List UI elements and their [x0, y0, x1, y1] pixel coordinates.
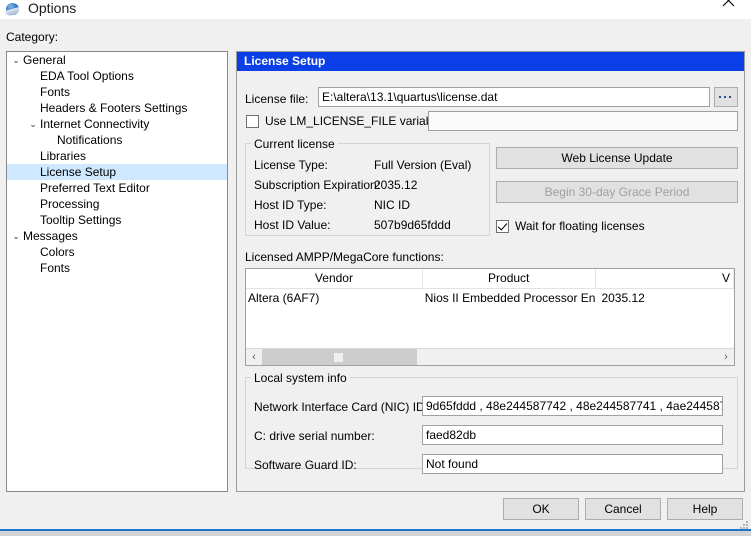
host-id-value-value: 507b9d65fddd: [374, 218, 451, 232]
scroll-right-icon[interactable]: ›: [718, 349, 734, 365]
nic-id-input[interactable]: 9d65fddd , 48e244587742 , 48e244587741 ,…: [422, 396, 723, 416]
window-title-bar: Options: [0, 0, 751, 19]
category-label: Category:: [6, 30, 59, 44]
close-icon[interactable]: [706, 0, 751, 16]
nic-id-label: Network Interface Card (NIC) ID:: [254, 400, 429, 414]
sidebar-item-label: Fonts: [40, 261, 71, 275]
sidebar-item-libraries[interactable]: Libraries: [7, 148, 227, 164]
category-tree[interactable]: ⌄ General EDA Tool Options Fonts Headers & F…: [6, 51, 228, 492]
ampp-table-body: Altera (6AF7) Nios II Embedded Processor…: [246, 289, 734, 307]
sidebar-item-label: Fonts: [40, 85, 71, 99]
scrollbar-track[interactable]: [262, 349, 718, 365]
sidebar-item-internet-connectivity[interactable]: ⌄ Internet Connectivity: [7, 116, 227, 132]
local-system-info-group-title: Local system info: [251, 371, 350, 385]
sidebar-item-label: General: [23, 53, 66, 67]
ampp-caption: Licensed AMPP/MegaCore functions:: [245, 250, 444, 264]
ampp-cell-product: Nios II Embedded Processor Encrypte...: [424, 291, 596, 305]
sidebar-item-label: Messages: [23, 229, 78, 243]
sidebar-item-processing[interactable]: Processing: [7, 196, 227, 212]
sidebar-item-fonts[interactable]: Fonts: [7, 84, 227, 100]
license-type-value: Full Version (Eval): [374, 158, 472, 172]
license-type-label: License Type:: [254, 158, 328, 172]
wait-for-floating-licenses-label: Wait for floating licenses: [515, 219, 645, 233]
sidebar-item-label: Colors: [40, 245, 75, 259]
chevron-down-icon[interactable]: ⌄: [26, 116, 40, 132]
ok-button[interactable]: OK: [503, 498, 579, 520]
sidebar-item-colors[interactable]: Colors: [7, 244, 227, 260]
host-id-type-label: Host ID Type:: [254, 198, 327, 212]
wait-for-floating-licenses-checkbox[interactable]: Wait for floating licenses: [496, 219, 645, 233]
ampp-table[interactable]: Vendor Product V Altera (6AF7) Nios II E…: [245, 268, 735, 366]
browse-license-file-button[interactable]: [714, 87, 738, 107]
sidebar-item-messages[interactable]: ⌄ Messages: [7, 228, 227, 244]
panel-title: License Setup: [237, 52, 744, 71]
host-id-value-label: Host ID Value:: [254, 218, 331, 232]
sidebar-item-label: License Setup: [40, 165, 117, 179]
sidebar-item-label: Notifications: [57, 133, 123, 147]
ampp-table-header: Vendor Product V: [246, 269, 734, 289]
software-guard-id-label: Software Guard ID:: [254, 458, 357, 472]
sidebar-item-general[interactable]: ⌄ General: [7, 52, 227, 68]
ampp-horizontal-scrollbar[interactable]: ‹ ›: [246, 348, 734, 365]
sidebar-item-label: Processing: [40, 197, 100, 211]
drive-serial-input[interactable]: faed82db: [422, 425, 723, 445]
checkbox-box: [496, 219, 509, 233]
use-lm-license-file-label: Use LM_LICENSE_FILE variable:: [265, 114, 446, 128]
cancel-button[interactable]: Cancel: [585, 498, 661, 520]
chevron-down-icon[interactable]: ⌄: [9, 228, 23, 244]
license-file-label: License file:: [245, 92, 309, 106]
ampp-cell-vendor: Altera (6AF7): [248, 291, 320, 305]
sidebar-item-eda-tool-options[interactable]: EDA Tool Options: [7, 68, 227, 84]
host-id-type-value: NIC ID: [374, 198, 410, 212]
table-row[interactable]: Altera (6AF7) Nios II Embedded Processor…: [246, 289, 734, 307]
software-guard-id-input[interactable]: Not found: [422, 454, 723, 474]
help-button[interactable]: Help: [667, 498, 743, 520]
ellipsis-icon: [719, 96, 731, 98]
sidebar-item-label: Internet Connectivity: [40, 117, 150, 131]
sidebar-item-license-setup[interactable]: License Setup: [7, 164, 227, 180]
ampp-cell-version: 2035.12: [601, 291, 645, 305]
checkbox-box: [246, 114, 259, 128]
license-setup-panel: License Setup License file: E:\altera\13…: [236, 51, 745, 492]
ampp-col-vendor[interactable]: Vendor: [246, 269, 423, 288]
sidebar-item-fonts[interactable]: Fonts: [7, 260, 227, 276]
window-title: Options: [28, 0, 77, 16]
sidebar-item-label: Libraries: [40, 149, 87, 163]
ampp-col-product[interactable]: Product: [423, 269, 596, 288]
current-license-group-title: Current license: [251, 137, 338, 151]
quartus-globe-icon: [4, 1, 21, 17]
begin-grace-period-button[interactable]: Begin 30-day Grace Period: [496, 181, 738, 203]
web-license-update-button[interactable]: Web License Update: [496, 147, 738, 169]
use-lm-license-file-checkbox[interactable]: Use LM_LICENSE_FILE variable:: [246, 114, 445, 128]
sidebar-item-label: Preferred Text Editor: [40, 181, 150, 195]
drive-serial-label: C: drive serial number:: [254, 429, 375, 443]
sidebar-item-preferred-text-editor[interactable]: Preferred Text Editor: [7, 180, 227, 196]
scrollbar-thumb[interactable]: [262, 349, 417, 365]
sidebar-item-notifications[interactable]: Notifications: [7, 132, 227, 148]
sidebar-item-headers-footers-settings[interactable]: Headers & Footers Settings: [7, 100, 227, 116]
chevron-down-icon[interactable]: ⌄: [9, 52, 23, 68]
license-file-input[interactable]: E:\altera\13.1\quartus\license.dat: [318, 87, 710, 107]
ampp-col-version[interactable]: V: [596, 269, 734, 288]
sidebar-item-label: Headers & Footers Settings: [40, 101, 188, 115]
subscription-expiration-value: 2035.12: [374, 178, 418, 192]
scroll-left-icon[interactable]: ‹: [246, 349, 262, 365]
sidebar-item-tooltip-settings[interactable]: Tooltip Settings: [7, 212, 227, 228]
sidebar-item-label: EDA Tool Options: [40, 69, 134, 83]
subscription-expiration-label: Subscription Expiration:: [254, 178, 381, 192]
sidebar-item-label: Tooltip Settings: [40, 213, 122, 227]
lm-license-file-input[interactable]: [428, 111, 738, 131]
status-bar: [0, 531, 751, 536]
